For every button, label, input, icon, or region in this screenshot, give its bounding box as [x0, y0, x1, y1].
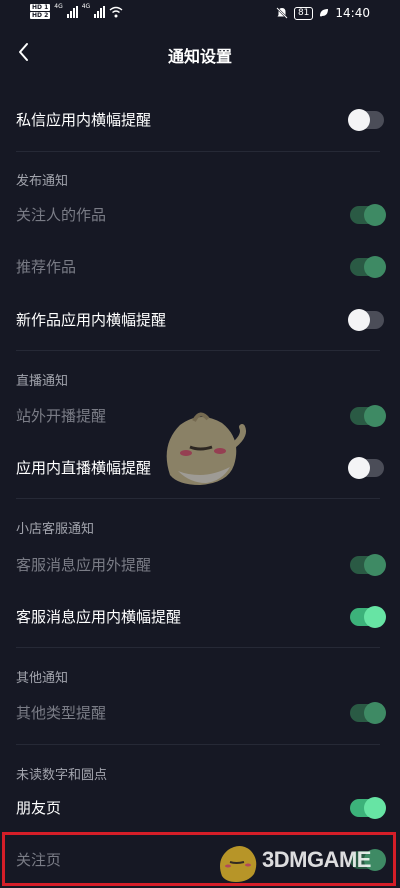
setting-label: 私信应用内横幅提醒 [16, 111, 152, 129]
watermark-mascot-icon [220, 846, 257, 882]
toggle-knob [364, 797, 386, 819]
watermark: 3DMGAME [214, 838, 400, 888]
setting-label: 新作品应用内横幅提醒 [16, 311, 167, 329]
signal-2-icon [94, 5, 106, 18]
divider [16, 744, 380, 745]
battery-indicator: 81 [293, 6, 314, 20]
toggle-knob [364, 702, 386, 724]
toggle-knob [348, 309, 370, 331]
following-works-toggle[interactable] [350, 204, 386, 226]
section-title-other: 其他通知 [16, 671, 69, 686]
setting-label: 推荐作品 [16, 258, 77, 276]
divider [16, 151, 380, 152]
setting-label: 站外开播提醒 [16, 407, 107, 425]
friends-page-toggle[interactable] [350, 797, 386, 819]
header: 通知设置 [0, 36, 400, 70]
setting-label: 朋友页 [16, 799, 62, 817]
status-right: 81 14:40 [276, 6, 370, 20]
network-type-1: 4G [54, 3, 63, 10]
setting-label: 其他类型提醒 [16, 704, 107, 722]
watermark-text: 3DMGAME [262, 847, 371, 872]
section-title-shop: 小店客服通知 [16, 522, 95, 537]
page-title: 通知设置 [167, 47, 232, 66]
setting-row-new-works-banner[interactable]: 新作品应用内横幅提醒 [0, 294, 400, 346]
cs-outside-toggle[interactable] [350, 554, 386, 576]
new-works-banner-toggle[interactable] [348, 309, 384, 331]
mute-bell-icon [276, 7, 288, 19]
setting-label: 客服消息应用内横幅提醒 [16, 608, 182, 626]
hd2-badge: HD 2 [30, 12, 51, 19]
toggle-knob [364, 204, 386, 226]
other-types-toggle[interactable] [350, 702, 386, 724]
divider [16, 498, 380, 499]
signal-1-icon [66, 5, 78, 18]
divider [16, 350, 380, 351]
setting-row-other-types[interactable]: 其他类型提醒 [0, 687, 400, 739]
setting-label: 应用内直播横幅提醒 [16, 459, 152, 477]
dm-banner-toggle[interactable] [348, 109, 384, 131]
mascot-watermark-icon [166, 412, 246, 485]
section-title-live: 直播通知 [16, 374, 69, 389]
status-left: HD 1 HD 2 4G 4G [30, 4, 123, 19]
toggle-knob [364, 405, 386, 427]
toggle-knob [364, 256, 386, 278]
setting-row-dm-banner[interactable]: 私信应用内横幅提醒 [0, 94, 400, 146]
cs-banner-toggle[interactable] [350, 606, 386, 628]
section-title-unread: 未读数字和圆点 [16, 768, 108, 783]
setting-row-cs-outside[interactable]: 客服消息应用外提醒 [0, 539, 400, 591]
offsite-live-toggle[interactable] [350, 405, 386, 427]
recommended-works-toggle[interactable] [350, 256, 386, 278]
hd1-badge: HD 1 [30, 4, 51, 11]
live-banner-toggle[interactable] [348, 457, 384, 479]
setting-row-recommended-works[interactable]: 推荐作品 [0, 241, 400, 293]
leaf-icon [320, 9, 329, 17]
status-bar: HD 1 HD 2 4G 4G 81 14:40 [0, 0, 400, 30]
network-type-2: 4G [81, 3, 91, 10]
divider [16, 647, 380, 648]
toggle-knob [364, 606, 386, 628]
toggle-knob [348, 109, 370, 131]
setting-row-following-works[interactable]: 关注人的作品 [0, 189, 400, 241]
toggle-knob [364, 554, 386, 576]
setting-label: 关注人的作品 [16, 206, 107, 224]
toggle-knob [348, 457, 370, 479]
section-title-publish: 发布通知 [16, 174, 69, 189]
setting-label: 客服消息应用外提醒 [16, 556, 152, 574]
clock: 14:40 [335, 6, 370, 20]
setting-row-friends-page[interactable]: 朋友页 [0, 782, 400, 834]
setting-row-cs-banner[interactable]: 客服消息应用内横幅提醒 [0, 591, 400, 643]
wifi-icon [109, 6, 123, 17]
sim-indicators: HD 1 HD 2 [30, 4, 51, 19]
